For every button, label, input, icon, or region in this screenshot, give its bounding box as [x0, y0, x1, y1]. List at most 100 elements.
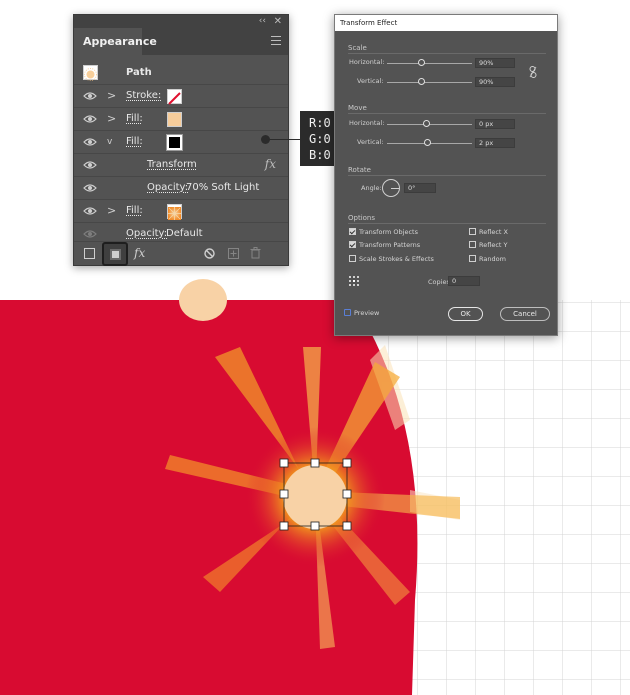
- row-fill-black[interactable]: v Fill:: [74, 131, 288, 154]
- handle-bottom-left: [279, 521, 289, 531]
- handle-top-left: [279, 458, 289, 468]
- tab-appearance[interactable]: Appearance: [74, 28, 157, 55]
- row-fill-gradient[interactable]: > Fill:: [74, 200, 288, 223]
- row-fill-peach[interactable]: > Fill:: [74, 108, 288, 131]
- visibility-eye-icon[interactable]: [83, 137, 97, 147]
- section-options: Options: [348, 214, 376, 222]
- row-stroke[interactable]: > Stroke:: [74, 85, 288, 108]
- add-stroke-icon[interactable]: [84, 248, 95, 259]
- visibility-eye-icon[interactable]: [83, 91, 97, 101]
- scale-horizontal-input[interactable]: 90%: [475, 58, 515, 68]
- scale-horizontal-label: Horizontal:: [349, 58, 385, 66]
- scale-horizontal-knob[interactable]: [418, 59, 425, 66]
- visibility-eye-icon[interactable]: [83, 229, 97, 239]
- reference-point-icon[interactable]: [349, 276, 359, 286]
- row-path[interactable]: Path: [74, 61, 288, 85]
- row-opacity-softlight[interactable]: Opacity: 70% Soft Light: [74, 177, 288, 200]
- add-fill-icon: [110, 249, 121, 260]
- stroke-swatch-none[interactable]: [167, 89, 182, 105]
- constrain-link-icon[interactable]: [529, 66, 537, 78]
- clear-appearance-icon[interactable]: [204, 248, 215, 259]
- path-thumbnail: [83, 65, 98, 81]
- cancel-button[interactable]: Cancel: [500, 307, 550, 321]
- move-vertical-label: Vertical:: [357, 138, 384, 146]
- copies-label: Copies: [428, 278, 450, 286]
- callout-pointer-line: [266, 139, 300, 140]
- transform-patterns-checkbox[interactable]: [349, 241, 356, 248]
- transform-objects-label: Transform Objects: [359, 228, 418, 236]
- move-vertical-input[interactable]: 2 px: [475, 138, 515, 148]
- visibility-eye-icon[interactable]: [83, 206, 97, 216]
- chevron-right-icon[interactable]: >: [107, 112, 116, 125]
- add-fill-button[interactable]: [102, 242, 128, 266]
- row-label-opacity[interactable]: Opacity:: [126, 228, 167, 239]
- fx-icon[interactable]: fx: [265, 157, 276, 171]
- panel-menu-icon[interactable]: [271, 36, 281, 45]
- peach-semicircle: [179, 279, 227, 321]
- section-move: Move: [348, 104, 367, 112]
- collapse-icon[interactable]: ‹‹: [259, 15, 266, 28]
- handle-top: [310, 458, 320, 468]
- section-scale: Scale: [348, 44, 367, 52]
- angle-dial-icon[interactable]: [382, 179, 400, 197]
- row-label-fill[interactable]: Fill:: [126, 205, 143, 216]
- row-label-opacity[interactable]: Opacity:: [147, 182, 188, 193]
- preview-checkbox[interactable]: [344, 309, 351, 316]
- copies-input[interactable]: 0: [448, 276, 480, 286]
- preview-label: Preview: [354, 309, 380, 317]
- fill-swatch-peach[interactable]: [167, 112, 182, 127]
- row-label-fill[interactable]: Fill:: [126, 136, 143, 147]
- random-label: Random: [479, 255, 506, 263]
- row-label-stroke[interactable]: Stroke:: [126, 90, 161, 101]
- dialog-title: Transform Effect: [335, 15, 557, 31]
- row-label-path: Path: [126, 67, 152, 78]
- duplicate-item-icon[interactable]: [228, 248, 239, 259]
- section-rotate: Rotate: [348, 166, 371, 174]
- scale-vertical-slider[interactable]: [387, 82, 472, 83]
- panel-title-bar[interactable]: ‹‹ ✕: [74, 15, 288, 28]
- scale-vertical-label: Vertical:: [357, 77, 384, 85]
- scale-strokes-label: Scale Strokes & Effects: [359, 255, 434, 263]
- close-icon[interactable]: ✕: [274, 15, 282, 28]
- move-horizontal-input[interactable]: 0 px: [475, 119, 515, 129]
- transform-objects-checkbox[interactable]: [349, 228, 356, 235]
- random-checkbox[interactable]: [469, 255, 476, 262]
- angle-input[interactable]: 0°: [404, 183, 436, 193]
- reflect-x-checkbox[interactable]: [469, 228, 476, 235]
- trash-icon[interactable]: [250, 247, 261, 259]
- row-transform-effect[interactable]: Transform fx: [74, 154, 288, 177]
- panel-tab-bar: Appearance: [74, 28, 288, 55]
- scale-horizontal-slider[interactable]: [387, 63, 472, 64]
- ok-button[interactable]: OK: [448, 307, 483, 321]
- reflect-y-checkbox[interactable]: [469, 241, 476, 248]
- reflect-x-label: Reflect X: [479, 228, 508, 236]
- scale-vertical-knob[interactable]: [418, 78, 425, 85]
- handle-right: [342, 489, 352, 499]
- section-divider: [348, 223, 546, 224]
- row-label-fill[interactable]: Fill:: [126, 113, 143, 124]
- chevron-right-icon[interactable]: >: [107, 89, 116, 102]
- chevron-right-icon[interactable]: >: [107, 204, 116, 217]
- reflect-y-label: Reflect Y: [479, 241, 508, 249]
- chevron-down-icon[interactable]: v: [107, 137, 112, 147]
- fill-swatch-black[interactable]: [166, 134, 183, 151]
- handle-top-right: [342, 458, 352, 468]
- visibility-eye-icon[interactable]: [83, 183, 97, 193]
- row-label-transform[interactable]: Transform: [147, 159, 197, 170]
- handle-bottom: [310, 521, 320, 531]
- scale-strokes-checkbox[interactable]: [349, 255, 356, 262]
- add-effect-fx-icon[interactable]: fx: [134, 246, 145, 260]
- fill-swatch-gradient[interactable]: [167, 204, 182, 220]
- scale-vertical-input[interactable]: 90%: [475, 77, 515, 87]
- visibility-eye-icon[interactable]: [83, 160, 97, 170]
- appearance-panel: ‹‹ ✕ Appearance Path > Stroke: > Fill: v…: [73, 14, 289, 266]
- transform-effect-dialog: Transform Effect Scale Horizontal: 90% V…: [334, 14, 558, 336]
- move-vertical-knob[interactable]: [424, 139, 431, 146]
- visibility-eye-icon[interactable]: [83, 114, 97, 124]
- move-horizontal-knob[interactable]: [423, 120, 430, 127]
- section-divider: [348, 113, 546, 114]
- panel-footer: fx: [74, 241, 288, 266]
- opacity-value: 70% Soft Light: [186, 182, 260, 193]
- handle-bottom-right: [342, 521, 352, 531]
- handle-left: [279, 489, 289, 499]
